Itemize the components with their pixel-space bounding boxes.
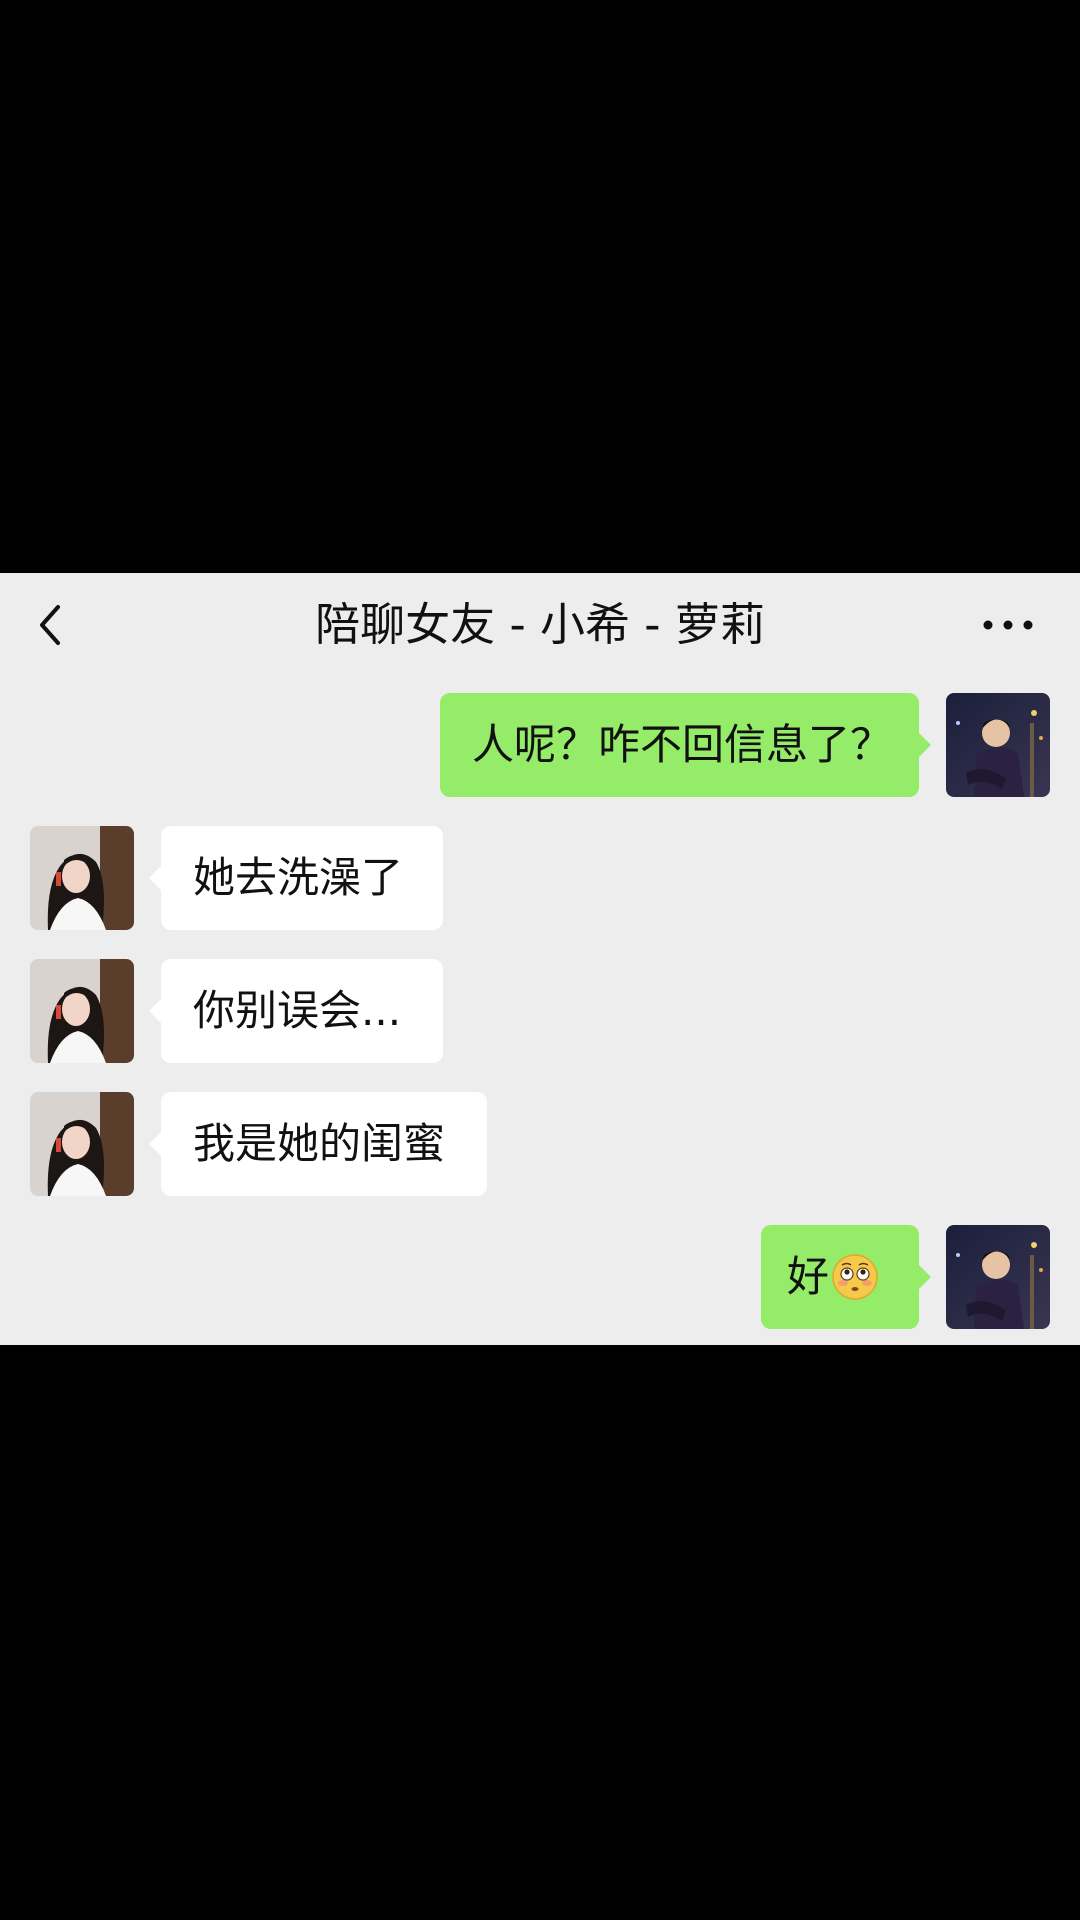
message-bubble-received[interactable]: 我是她的闺蜜 xyxy=(149,1092,487,1196)
chat-window: 陪聊女友 - 小希 - 萝莉 人呢？咋不回信息了？ 她去洗澡了 你别误会... … xyxy=(0,573,1080,1345)
chevron-left-icon xyxy=(40,605,60,645)
message-bubble-sent[interactable]: 好 xyxy=(761,1225,931,1329)
message-bubble-received[interactable]: 她去洗澡了 xyxy=(149,826,443,930)
back-button[interactable] xyxy=(22,595,82,655)
my-avatar[interactable] xyxy=(946,693,1050,797)
chat-title: 陪聊女友 - 小希 - 萝莉 xyxy=(315,598,765,651)
message-row: 她去洗澡了 xyxy=(0,826,1080,930)
message-bubble-received[interactable]: 你别误会... xyxy=(149,959,443,1063)
contact-photo-avatar-icon xyxy=(30,1092,134,1196)
message-text: 我是她的闺蜜 xyxy=(193,1119,446,1168)
flushed-face-emoji-icon xyxy=(832,1253,878,1300)
my-avatar[interactable] xyxy=(946,1225,1050,1329)
contact-photo-avatar-icon xyxy=(30,959,134,1063)
message-text: 你别误会... xyxy=(193,986,402,1035)
user-photo-avatar-icon xyxy=(946,693,1050,797)
chat-header: 陪聊女友 - 小希 - 萝莉 xyxy=(0,573,1080,677)
contact-photo-avatar-icon xyxy=(30,826,134,930)
message-row: 好 xyxy=(0,1225,1080,1329)
contact-avatar[interactable] xyxy=(30,826,134,930)
message-bubble-sent[interactable]: 人呢？咋不回信息了？ xyxy=(440,693,931,797)
more-options-button[interactable] xyxy=(975,595,1045,655)
message-text: 好 xyxy=(787,1252,830,1301)
message-row: 你别误会... xyxy=(0,959,1080,1063)
contact-avatar[interactable] xyxy=(30,1092,134,1196)
message-text: 人呢？咋不回信息了？ xyxy=(472,720,893,769)
screen: 陪聊女友 - 小希 - 萝莉 人呢？咋不回信息了？ 她去洗澡了 你别误会... … xyxy=(0,0,1080,1920)
message-text: 她去洗澡了 xyxy=(193,853,404,902)
ellipsis-icon xyxy=(983,620,1033,630)
message-row: 人呢？咋不回信息了？ xyxy=(0,693,1080,797)
message-row: 我是她的闺蜜 xyxy=(0,1092,1080,1196)
contact-avatar[interactable] xyxy=(30,959,134,1063)
user-photo-avatar-icon xyxy=(946,1225,1050,1329)
